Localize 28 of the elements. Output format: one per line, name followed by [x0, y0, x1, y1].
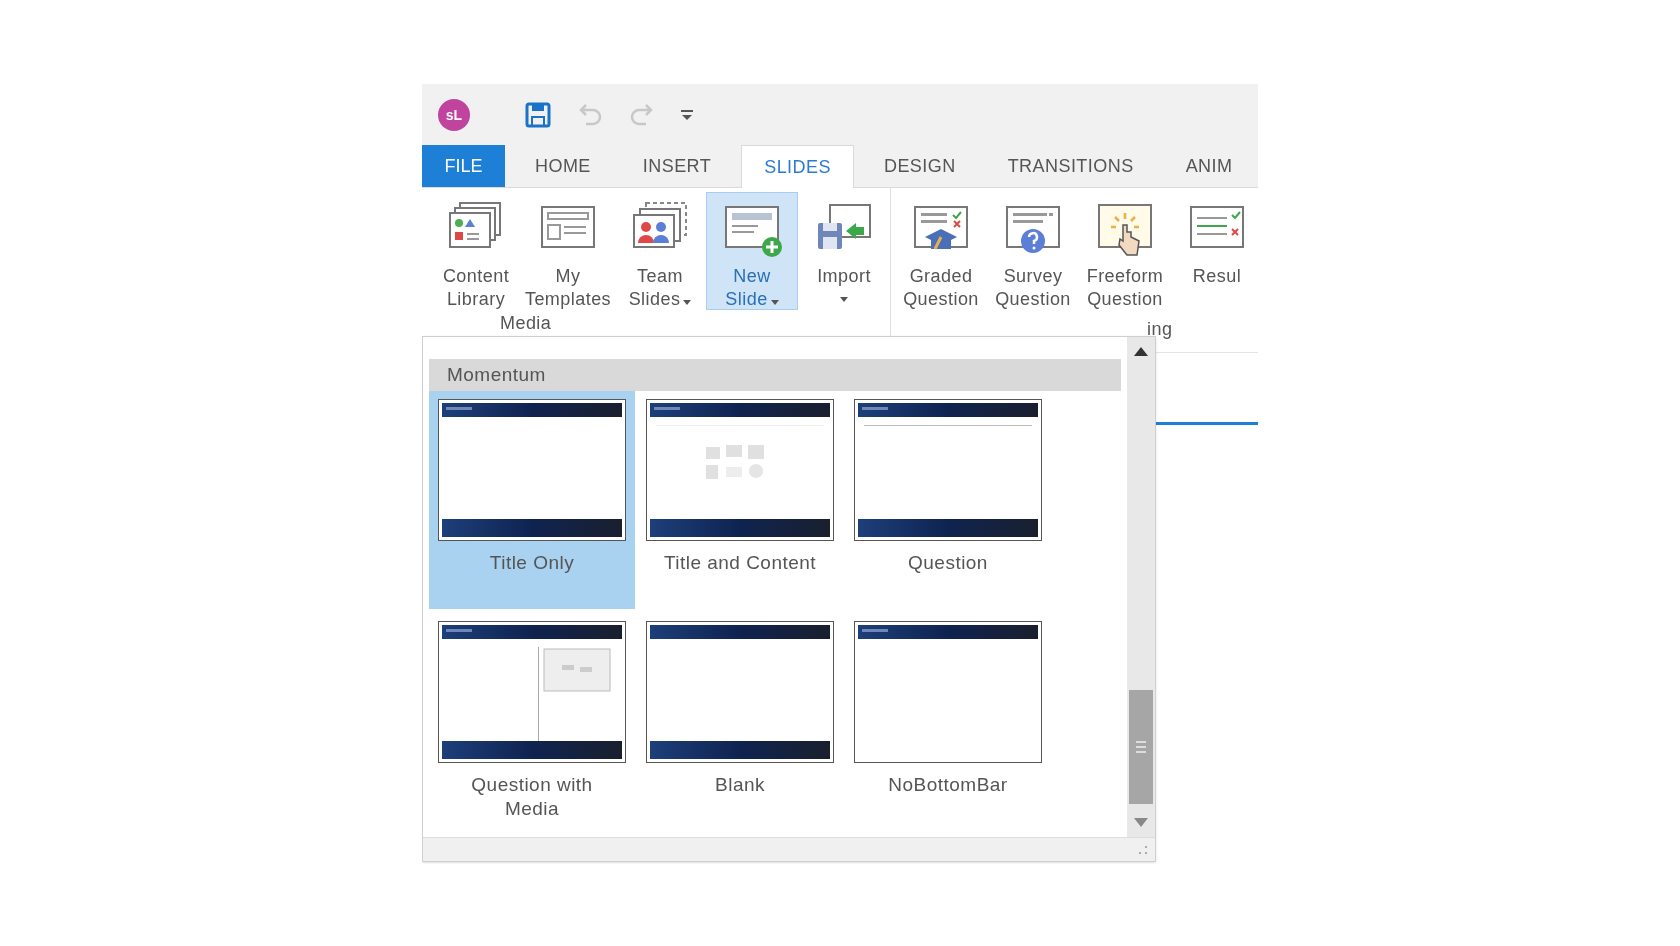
- ribbon-button[interactable]: Survey Question: [987, 192, 1079, 310]
- customize-caret-icon[interactable]: [680, 108, 694, 122]
- user-avatar[interactable]: sL: [438, 99, 470, 131]
- ribbon-tab[interactable]: DESIGN: [861, 145, 978, 187]
- ribbon-tab[interactable]: INSERT: [620, 145, 734, 187]
- ribbon-tab[interactable]: ANIM: [1163, 145, 1255, 187]
- ribbon-button[interactable]: Resul: [1171, 192, 1258, 310]
- scroll-up-icon[interactable]: [1134, 347, 1148, 356]
- resize-grip-icon[interactable]: [1137, 843, 1149, 856]
- group-label: ing: [1146, 318, 1174, 341]
- ribbon-tab[interactable]: TRANSITIONS: [985, 145, 1156, 187]
- file-tab[interactable]: FILE: [422, 145, 505, 187]
- ribbon-button[interactable]: Graded Question: [895, 192, 987, 310]
- scroll-down-icon[interactable]: [1134, 818, 1148, 827]
- group-label: Media: [499, 312, 553, 335]
- ribbon-button[interactable]: My Templates: [522, 192, 614, 310]
- ribbon-button[interactable]: Freeform Question: [1079, 192, 1171, 310]
- ribbon-button[interactable]: Content Library: [430, 192, 522, 310]
- ribbon-tab[interactable]: SLIDES: [741, 145, 854, 188]
- save-icon[interactable]: [524, 101, 552, 129]
- ribbon-tab[interactable]: HOME: [513, 145, 613, 187]
- ribbon-button[interactable]: Team Slides: [614, 192, 706, 310]
- ribbon-button[interactable]: New Slide: [706, 192, 798, 310]
- scrollbar[interactable]: [1127, 337, 1155, 837]
- scroll-thumb[interactable]: [1129, 690, 1153, 804]
- layout-option[interactable]: Title Only: [429, 391, 635, 609]
- ribbon-button[interactable]: Import: [798, 192, 890, 310]
- gallery-section-header: Momentum: [429, 359, 1121, 391]
